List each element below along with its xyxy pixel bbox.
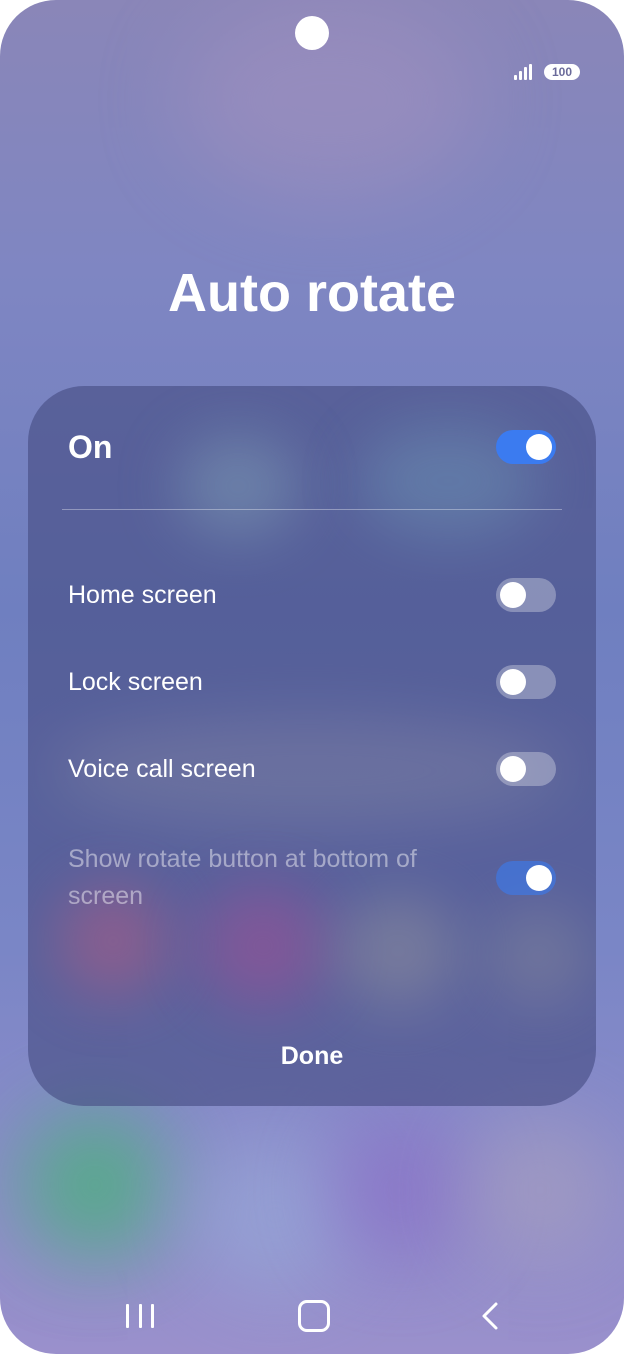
auto-rotate-panel: On Home screen Lock screen Voice call sc… [28, 386, 596, 1106]
toggle-knob [500, 669, 526, 695]
wallpaper-blur [330, 1120, 470, 1260]
toggle-knob [526, 434, 552, 460]
back-icon[interactable] [472, 1298, 508, 1334]
toggle-knob [526, 865, 552, 891]
lock-screen-label: Lock screen [68, 667, 203, 696]
page-title: Auto rotate [168, 263, 456, 323]
toggle-knob [500, 582, 526, 608]
auto-rotate-master-row[interactable]: On [68, 422, 556, 472]
auto-rotate-master-toggle[interactable] [496, 430, 556, 464]
recents-icon[interactable] [122, 1298, 158, 1334]
phone-screen: 100 Auto rotate On Home screen Lock scre… [0, 0, 624, 1354]
rotate-button-toggle [496, 861, 556, 895]
home-screen-row[interactable]: Home screen [68, 572, 556, 618]
wallpaper-blur [20, 1110, 170, 1260]
home-screen-label: Home screen [68, 580, 217, 609]
voice-call-screen-row[interactable]: Voice call screen [68, 746, 556, 792]
status-bar: 100 [514, 64, 580, 80]
front-camera [295, 16, 329, 50]
rotate-button-row: Show rotate button at bottom of screen [68, 838, 556, 918]
wallpaper-blur [470, 1120, 610, 1260]
navigation-bar [0, 1290, 624, 1340]
voice-call-screen-label: Voice call screen [68, 754, 256, 783]
rotate-button-label: Show rotate button at bottom of screen [68, 845, 417, 910]
home-icon[interactable] [296, 1298, 332, 1334]
lock-screen-toggle[interactable] [496, 665, 556, 699]
signal-icon [514, 64, 532, 80]
toggle-knob [500, 756, 526, 782]
master-toggle-label: On [68, 428, 113, 465]
home-screen-toggle[interactable] [496, 578, 556, 612]
done-button[interactable]: Done [28, 1042, 596, 1071]
voice-call-screen-toggle[interactable] [496, 752, 556, 786]
lock-screen-row[interactable]: Lock screen [68, 659, 556, 705]
divider [62, 509, 562, 510]
panel-blur [488, 906, 588, 1006]
battery-icon: 100 [544, 64, 580, 80]
wallpaper-blur [180, 0, 480, 200]
